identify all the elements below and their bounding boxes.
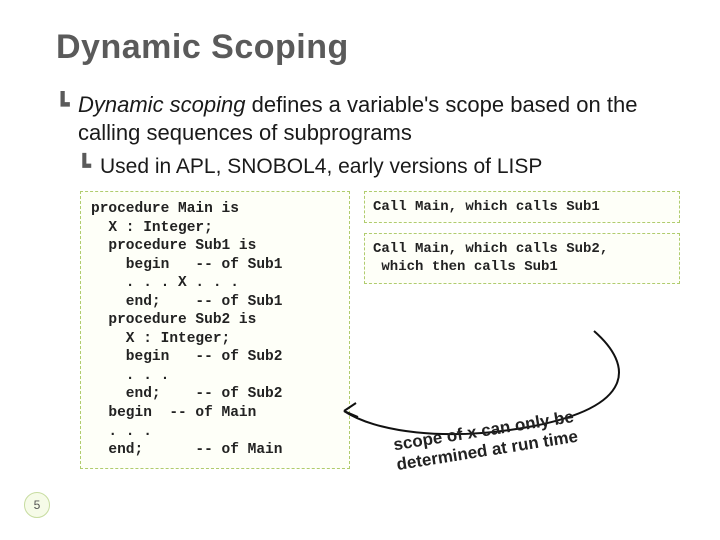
bullet-main-term: Dynamic scoping [78, 92, 246, 117]
page-number: 5 [24, 492, 50, 518]
arrow-annotation: scope of x can only be determined at run… [334, 311, 694, 471]
content-row: procedure Main is X : Integer; procedure… [80, 191, 680, 469]
call-box-1: Call Main, which calls Sub1 [364, 191, 680, 223]
slide: Dynamic Scoping ┗Dynamic scoping defines… [0, 0, 720, 540]
bullet-mark-icon: ┗ [56, 91, 78, 119]
bullet-sub: ┗Used in APL, SNOBOL4, early versions of… [78, 154, 680, 179]
bullet-mark-icon: ┗ [78, 154, 100, 179]
code-box: procedure Main is X : Integer; procedure… [80, 191, 350, 469]
bullet-main: ┗Dynamic scoping defines a variable's sc… [56, 91, 680, 146]
bullet-sub-text: Used in APL, SNOBOL4, early versions of … [100, 155, 542, 178]
right-column: Call Main, which calls Sub1 Call Main, w… [364, 191, 680, 469]
slide-title: Dynamic Scoping [56, 28, 680, 67]
call-box-2: Call Main, which calls Sub2, which then … [364, 233, 680, 283]
